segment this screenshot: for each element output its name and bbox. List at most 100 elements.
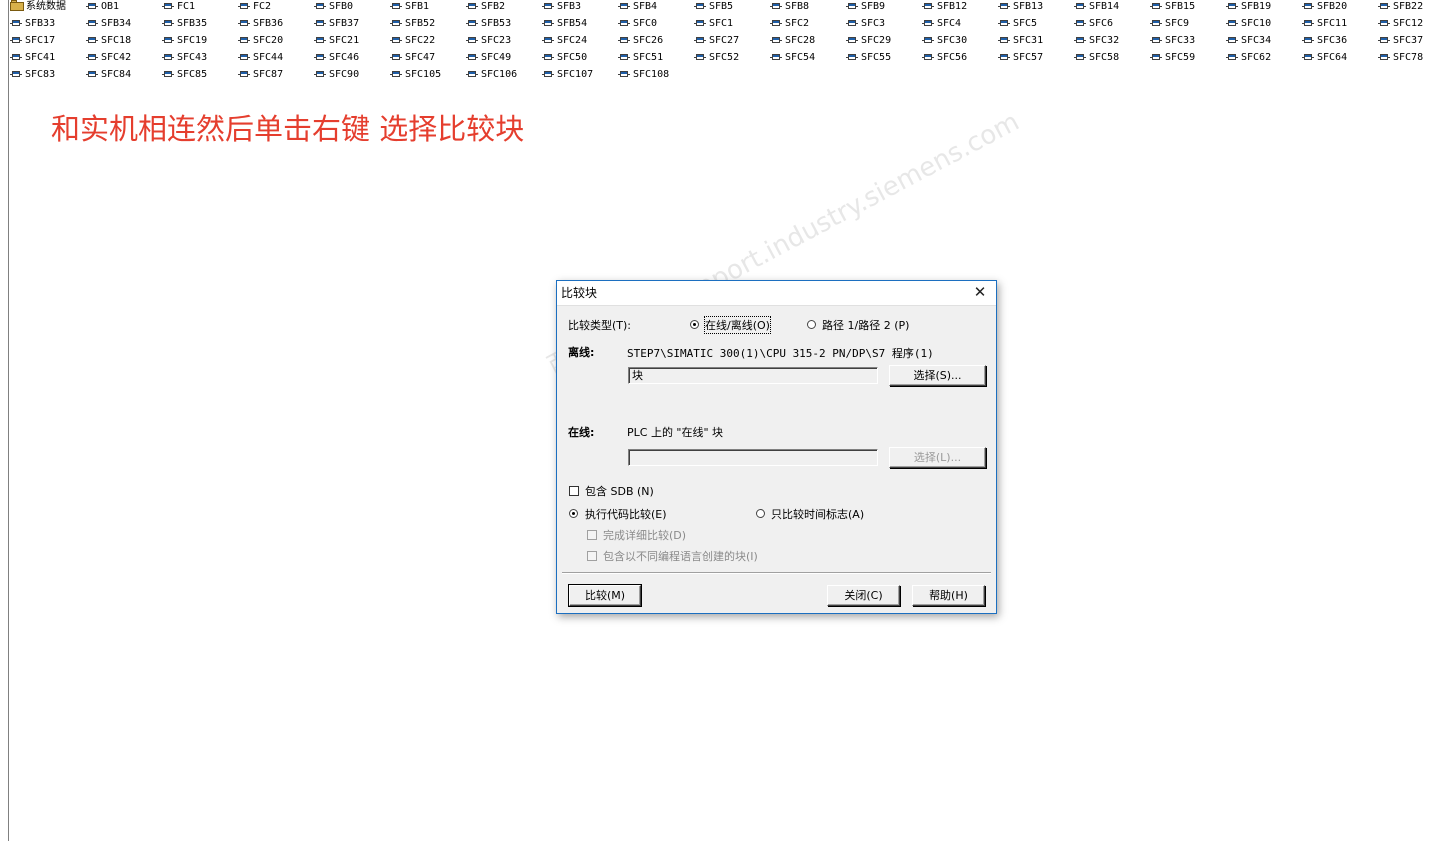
block-item[interactable]: SFB19 bbox=[1226, 0, 1271, 17]
block-item[interactable]: SFC34 bbox=[1226, 34, 1271, 51]
block-item[interactable]: SFC51 bbox=[618, 51, 663, 68]
radio-path[interactable] bbox=[807, 320, 816, 329]
system-data-item[interactable]: 系统数据 bbox=[10, 0, 66, 17]
select-offline-button[interactable]: 选择(S)... bbox=[889, 365, 986, 386]
block-item[interactable]: SFC42 bbox=[86, 51, 131, 68]
block-item[interactable]: SFC58 bbox=[1074, 51, 1119, 68]
block-item[interactable]: SFB5 bbox=[694, 0, 733, 17]
include-sdb-label[interactable]: 包含 SDB (N) bbox=[585, 483, 654, 499]
block-item[interactable]: SFC57 bbox=[998, 51, 1043, 68]
block-item[interactable]: SFB0 bbox=[314, 0, 353, 17]
block-item[interactable]: SFB53 bbox=[466, 17, 511, 34]
block-item[interactable]: SFC28 bbox=[770, 34, 815, 51]
close-icon[interactable]: ✕ bbox=[966, 281, 994, 305]
block-item[interactable]: SFC10 bbox=[1226, 17, 1271, 34]
help-button[interactable]: 帮助(H) bbox=[912, 585, 985, 606]
radio-timestamp-only[interactable] bbox=[756, 509, 765, 518]
radio-online-offline[interactable] bbox=[690, 320, 699, 329]
block-item[interactable]: SFC33 bbox=[1150, 34, 1195, 51]
block-item[interactable]: FC1 bbox=[162, 0, 195, 17]
radio-code-compare-label[interactable]: 执行代码比较(E) bbox=[585, 506, 667, 522]
block-item[interactable]: SFB13 bbox=[998, 0, 1043, 17]
block-item[interactable]: SFC41 bbox=[10, 51, 55, 68]
block-item[interactable]: SFB15 bbox=[1150, 0, 1195, 17]
block-item[interactable]: SFC30 bbox=[922, 34, 967, 51]
block-item[interactable]: SFC26 bbox=[618, 34, 663, 51]
radio-code-compare[interactable] bbox=[569, 509, 578, 518]
block-item[interactable]: SFC32 bbox=[1074, 34, 1119, 51]
block-item[interactable]: SFC18 bbox=[86, 34, 131, 51]
block-item[interactable]: SFC1 bbox=[694, 17, 733, 34]
block-item[interactable]: SFC6 bbox=[1074, 17, 1113, 34]
block-item[interactable]: SFC47 bbox=[390, 51, 435, 68]
block-item[interactable]: SFC107 bbox=[542, 68, 593, 85]
block-item[interactable]: SFC22 bbox=[390, 34, 435, 51]
block-item[interactable]: SFC56 bbox=[922, 51, 967, 68]
block-item[interactable]: SFB14 bbox=[1074, 0, 1119, 17]
block-item[interactable]: FC2 bbox=[238, 0, 271, 17]
block-item[interactable]: SFB54 bbox=[542, 17, 587, 34]
block-item[interactable]: SFC43 bbox=[162, 51, 207, 68]
radio-timestamp-only-label[interactable]: 只比较时间标志(A) bbox=[771, 506, 864, 522]
block-item[interactable]: SFC46 bbox=[314, 51, 359, 68]
block-item[interactable]: SFC84 bbox=[86, 68, 131, 85]
block-item[interactable]: SFB52 bbox=[390, 17, 435, 34]
block-item[interactable]: SFC105 bbox=[390, 68, 441, 85]
block-item[interactable]: SFC49 bbox=[466, 51, 511, 68]
block-item[interactable]: SFC0 bbox=[618, 17, 657, 34]
block-item[interactable]: SFB34 bbox=[86, 17, 131, 34]
block-item[interactable]: SFB2 bbox=[466, 0, 505, 17]
block-item[interactable]: SFC20 bbox=[238, 34, 283, 51]
block-item[interactable]: SFC62 bbox=[1226, 51, 1271, 68]
block-item[interactable]: SFC17 bbox=[10, 34, 55, 51]
block-item[interactable]: SFC36 bbox=[1302, 34, 1347, 51]
block-item[interactable]: SFC5 bbox=[998, 17, 1037, 34]
block-item[interactable]: SFC27 bbox=[694, 34, 739, 51]
block-item[interactable]: SFC64 bbox=[1302, 51, 1347, 68]
block-item[interactable]: SFB37 bbox=[314, 17, 359, 34]
block-item[interactable]: SFC12 bbox=[1378, 17, 1423, 34]
block-item[interactable]: SFC108 bbox=[618, 68, 669, 85]
block-item[interactable]: SFC78 bbox=[1378, 51, 1423, 68]
block-item[interactable]: SFC31 bbox=[998, 34, 1043, 51]
block-item[interactable]: SFB33 bbox=[10, 17, 55, 34]
block-item[interactable]: SFB9 bbox=[846, 0, 885, 17]
block-item[interactable]: SFB35 bbox=[162, 17, 207, 34]
block-item[interactable]: SFC83 bbox=[10, 68, 55, 85]
offline-block-field[interactable]: 块 bbox=[628, 367, 878, 384]
block-item[interactable]: SFC2 bbox=[770, 17, 809, 34]
block-item[interactable]: SFC29 bbox=[846, 34, 891, 51]
block-item[interactable]: SFC50 bbox=[542, 51, 587, 68]
block-item[interactable]: SFB3 bbox=[542, 0, 581, 17]
block-item[interactable]: SFB22 bbox=[1378, 0, 1423, 17]
block-item[interactable]: SFC90 bbox=[314, 68, 359, 85]
radio-online-offline-label[interactable]: 在线/离线(O) bbox=[704, 316, 771, 334]
block-item[interactable]: SFB20 bbox=[1302, 0, 1347, 17]
block-item[interactable]: SFB36 bbox=[238, 17, 283, 34]
block-item[interactable]: SFC4 bbox=[922, 17, 961, 34]
block-item[interactable]: SFC23 bbox=[466, 34, 511, 51]
block-item[interactable]: SFC52 bbox=[694, 51, 739, 68]
block-item[interactable]: SFC24 bbox=[542, 34, 587, 51]
close-button[interactable]: 关闭(C) bbox=[827, 585, 900, 606]
block-item[interactable]: SFC87 bbox=[238, 68, 283, 85]
block-item[interactable]: SFC85 bbox=[162, 68, 207, 85]
block-item[interactable]: SFB1 bbox=[390, 0, 429, 17]
block-item[interactable]: SFC44 bbox=[238, 51, 283, 68]
block-item[interactable]: SFC54 bbox=[770, 51, 815, 68]
block-item[interactable]: SFC55 bbox=[846, 51, 891, 68]
block-item[interactable]: SFC106 bbox=[466, 68, 517, 85]
block-item[interactable]: SFC59 bbox=[1150, 51, 1195, 68]
include-sdb-checkbox[interactable] bbox=[569, 486, 579, 496]
block-item[interactable]: SFC9 bbox=[1150, 17, 1189, 34]
block-item[interactable]: SFC3 bbox=[846, 17, 885, 34]
block-item[interactable]: SFB8 bbox=[770, 0, 809, 17]
block-item[interactable]: OB1 bbox=[86, 0, 119, 17]
compare-button[interactable]: 比较(M) bbox=[568, 584, 642, 607]
block-item[interactable]: SFB4 bbox=[618, 0, 657, 17]
radio-path-label[interactable]: 路径 1/路径 2 (P) bbox=[822, 317, 909, 333]
block-item[interactable]: SFC19 bbox=[162, 34, 207, 51]
block-item[interactable]: SFC21 bbox=[314, 34, 359, 51]
block-item[interactable]: SFB12 bbox=[922, 0, 967, 17]
block-item[interactable]: SFC37 bbox=[1378, 34, 1423, 51]
